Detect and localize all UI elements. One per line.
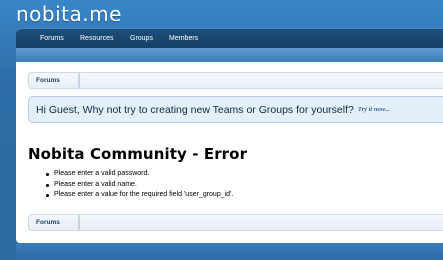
breadcrumb-top: Forums (28, 72, 443, 89)
nav-item-members[interactable]: Members (169, 29, 198, 49)
error-text: Please enter a value for the required fi… (54, 191, 234, 198)
site-logo[interactable]: nobita.me (16, 0, 122, 28)
footer-bar (16, 243, 443, 260)
breadcrumb-forums-link[interactable]: Forums (29, 215, 79, 230)
nav-item-forums[interactable]: Forums (40, 29, 64, 49)
page-title: Nobita Community - Error (28, 145, 248, 163)
sub-navigation-bar (16, 48, 443, 62)
nav-item-groups[interactable]: Groups (130, 29, 153, 49)
error-item: Please enter a value for the required fi… (46, 190, 233, 201)
try-it-now-link[interactable]: Try it now... (358, 106, 390, 113)
error-item: Please enter a valid name. (46, 180, 233, 191)
bullet-icon (46, 194, 49, 197)
error-item: Please enter a valid password. (46, 169, 233, 180)
error-text: Please enter a valid password. (54, 170, 150, 177)
notice-text: Hi Guest, Why not try to creating new Te… (36, 103, 354, 116)
main-navigation: Forums Resources Groups Members (16, 28, 443, 48)
nav-item-resources[interactable]: Resources (80, 29, 113, 49)
error-list: Please enter a valid password. Please en… (46, 169, 233, 201)
error-text: Please enter a valid name. (54, 180, 137, 188)
breadcrumb-bottom: Forums (28, 214, 443, 231)
bullet-icon (46, 183, 49, 187)
breadcrumb-arrow-icon (79, 215, 87, 230)
bullet-icon (46, 173, 49, 176)
breadcrumb-forums-link[interactable]: Forums (29, 73, 79, 88)
breadcrumb-arrow-icon (79, 73, 87, 88)
main-content: Forums Hi Guest, Why not try to creating… (16, 62, 443, 243)
guest-notice: Hi Guest, Why not try to creating new Te… (28, 96, 443, 123)
